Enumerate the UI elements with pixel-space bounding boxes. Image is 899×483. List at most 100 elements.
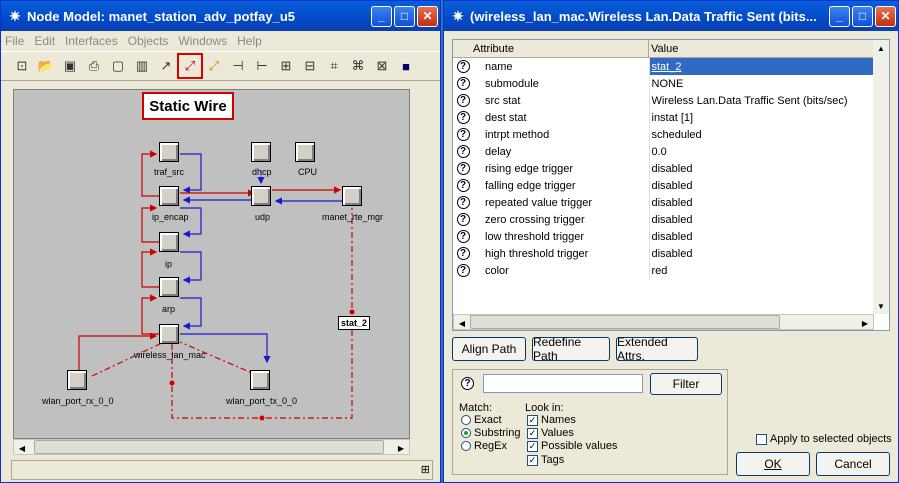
help-icon[interactable]: ?	[456, 264, 470, 277]
packet-stream-icon[interactable]: ↗	[155, 55, 177, 77]
match-substring[interactable]: Substring	[461, 427, 520, 439]
table-row[interactable]: ? submodule NONE	[453, 75, 889, 92]
attribute-value[interactable]: NONE	[649, 75, 889, 92]
arp-node[interactable]	[159, 277, 179, 297]
table-row[interactable]: ? dest stat instat [1]	[453, 109, 889, 126]
align-path-button[interactable]: Align Path	[452, 337, 526, 361]
filter-button[interactable]: Filter	[650, 373, 722, 395]
static-wire-icon[interactable]: ⤢	[177, 53, 203, 79]
help-icon[interactable]: ?	[456, 94, 470, 107]
attribute-value[interactable]: disabled	[649, 194, 889, 211]
wireless-lan-mac-node[interactable]	[159, 324, 179, 344]
attribute-value[interactable]: scheduled	[649, 126, 889, 143]
help-icon[interactable]: ?	[456, 60, 470, 73]
radio-tx-icon[interactable]: ⌗	[323, 55, 345, 77]
module-icon[interactable]: ▢	[107, 55, 129, 77]
dhcp-node[interactable]	[251, 142, 271, 162]
close-button[interactable]: ✕	[417, 5, 438, 27]
wlan-port-rx-node[interactable]	[67, 370, 87, 390]
lookin-tags[interactable]: ✓ Tags	[527, 454, 564, 466]
scroll-left-icon[interactable]: ◀	[454, 315, 470, 331]
minimize-button[interactable]: _	[371, 5, 392, 27]
horizontal-scrollbar[interactable]: ◀ ▶	[13, 439, 410, 455]
help-icon[interactable]: ?	[456, 179, 470, 192]
checkbox-values[interactable]: ✓	[527, 427, 538, 439]
manet-rte-mgr-node[interactable]	[342, 186, 362, 206]
scroll-up-icon[interactable]: ▲	[873, 40, 889, 56]
bus-icon[interactable]: ⊞	[275, 55, 297, 77]
checkbox-apply-selected[interactable]	[756, 433, 767, 445]
scroll-down-icon[interactable]: ▼	[873, 298, 889, 314]
help-icon[interactable]: ?	[456, 145, 470, 158]
table-row[interactable]: ? intrpt method scheduled	[453, 126, 889, 143]
attribute-value[interactable]: stat_2	[649, 58, 889, 75]
help-icon[interactable]: ?	[456, 230, 470, 243]
attribute-column-header[interactable]: Attribute	[453, 40, 649, 57]
attribute-value[interactable]: disabled	[649, 245, 889, 262]
table-row[interactable]: ? src stat Wireless Lan.Data Traffic Sent …	[453, 92, 889, 109]
radio-substring[interactable]	[461, 428, 471, 439]
stop-icon[interactable]: ■	[395, 55, 417, 77]
attribute-value[interactable]: Wireless Lan.Data Traffic Sent (bits/sec…	[649, 92, 889, 109]
menu-objects[interactable]: Objects	[128, 34, 169, 48]
bus-tx-icon[interactable]: ⊟	[299, 55, 321, 77]
filter-input[interactable]	[483, 374, 643, 393]
vertical-scrollbar[interactable]: ▲ ▼	[873, 40, 889, 314]
traf-src-node[interactable]	[159, 142, 179, 162]
help-icon[interactable]: ?	[456, 213, 470, 226]
apply-selected[interactable]: Apply to selected objects	[756, 433, 892, 445]
scroll-right-icon[interactable]: ▶	[857, 315, 873, 331]
cancel-button[interactable]: Cancel	[816, 452, 890, 476]
logical-tap-icon[interactable]: ⤢	[203, 55, 225, 77]
scroll-thumb[interactable]	[34, 440, 384, 454]
save-icon[interactable]: ▣	[59, 55, 81, 77]
open-icon[interactable]: 📂	[35, 55, 57, 77]
menu-windows[interactable]: Windows	[178, 34, 227, 48]
extended-attrs-button[interactable]: Extended Attrs.	[616, 335, 698, 363]
match-exact[interactable]: Exact	[461, 414, 502, 426]
table-row[interactable]: ? name stat_2	[453, 58, 889, 75]
table-row[interactable]: ? rising edge trigger disabled	[453, 160, 889, 177]
maximize-button[interactable]: □	[394, 5, 415, 27]
table-row[interactable]: ? color red	[453, 262, 889, 279]
help-icon[interactable]: ?	[456, 196, 470, 209]
value-column-header[interactable]: Value	[649, 40, 889, 57]
menu-help[interactable]: Help	[237, 34, 262, 48]
radio-regex[interactable]	[461, 441, 471, 452]
new-icon[interactable]: ⊡	[11, 55, 33, 77]
wlan-port-tx-node[interactable]	[250, 370, 270, 390]
redefine-path-button[interactable]: Redefine Path	[532, 335, 610, 363]
attribute-value[interactable]: disabled	[649, 228, 889, 245]
cpu-node[interactable]	[295, 142, 315, 162]
table-row[interactable]: ? falling edge trigger disabled	[453, 177, 889, 194]
checkbox-possible-values[interactable]: ✓	[527, 440, 538, 452]
table-row[interactable]: ? zero crossing trigger disabled	[453, 211, 889, 228]
help-icon[interactable]: ?	[461, 377, 474, 390]
table-row[interactable]: ? high threshold trigger disabled	[453, 245, 889, 262]
scroll-thumb[interactable]	[470, 315, 780, 329]
stat-tag[interactable]: stat_2	[338, 316, 371, 330]
help-icon[interactable]: ?	[456, 128, 470, 141]
table-row[interactable]: ? repeated value trigger disabled	[453, 194, 889, 211]
help-icon[interactable]: ?	[456, 77, 470, 90]
receiver-icon[interactable]: ⊢	[251, 55, 273, 77]
scroll-right-icon[interactable]: ▶	[393, 440, 409, 456]
ip-node[interactable]	[159, 232, 179, 252]
minimize-button[interactable]: _	[829, 5, 850, 27]
help-icon[interactable]: ?	[456, 162, 470, 175]
ok-button[interactable]: OK	[736, 452, 810, 476]
close-button[interactable]: ✕	[875, 5, 896, 27]
table-horizontal-scrollbar[interactable]: ◀ ▶	[453, 314, 874, 330]
title-bar[interactable]: ✷ Node Model: manet_station_adv_potfay_u…	[1, 1, 440, 31]
transmitter-icon[interactable]: ⊣	[227, 55, 249, 77]
menu-file[interactable]: File	[5, 34, 24, 48]
help-icon[interactable]: ?	[456, 247, 470, 260]
menu-interfaces[interactable]: Interfaces	[65, 34, 118, 48]
lookin-names[interactable]: ✓ Names	[527, 414, 576, 426]
menu-edit[interactable]: Edit	[34, 34, 55, 48]
radio-exact[interactable]	[461, 415, 471, 426]
queue-icon[interactable]: ▥	[131, 55, 153, 77]
attribute-value[interactable]: disabled	[649, 177, 889, 194]
udp-node[interactable]	[251, 186, 271, 206]
radio-rx-icon[interactable]: ⌘	[347, 55, 369, 77]
